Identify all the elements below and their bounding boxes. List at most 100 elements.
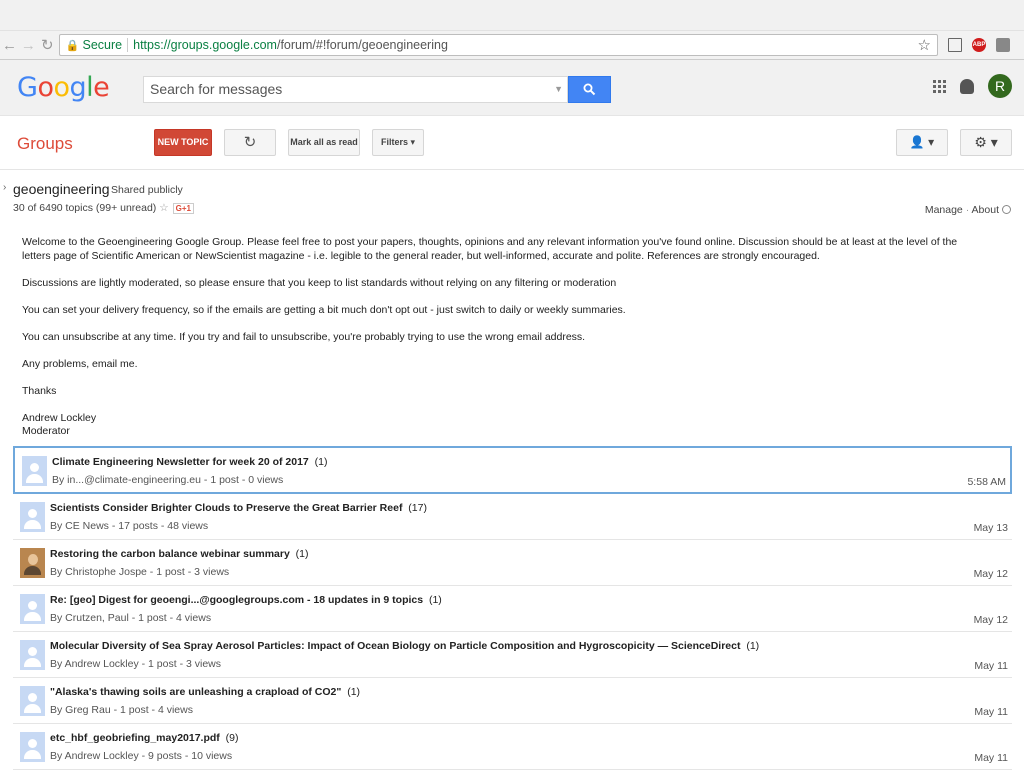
chevron-down-icon: ▾ bbox=[928, 135, 935, 149]
search-options-dropdown-icon[interactable]: ▼ bbox=[554, 77, 563, 102]
topic-count-text: 30 of 6490 topics (99+ unread) bbox=[13, 202, 157, 214]
search-input[interactable]: Search for messages ▼ bbox=[143, 76, 568, 103]
topic-date: May 13 bbox=[973, 522, 1008, 534]
welcome-paragraph: Any problems, email me. bbox=[22, 357, 138, 370]
author-avatar bbox=[20, 640, 45, 670]
author-photo bbox=[20, 548, 45, 578]
group-info: › geoengineering Shared publicly 30 of 6… bbox=[0, 170, 1024, 214]
topic-meta: By Christophe Jospe - 1 post - 3 views bbox=[50, 566, 230, 578]
topic-date: May 11 bbox=[974, 752, 1008, 764]
manage-link[interactable]: Manage bbox=[925, 204, 963, 216]
search-placeholder: Search for messages bbox=[150, 81, 283, 97]
topic-title-text: etc_hbf_geobriefing_may2017.pdf bbox=[50, 732, 220, 744]
address-bar[interactable]: 🔒 Secure https://groups.google.com/forum… bbox=[58, 34, 938, 56]
google-logo[interactable]: Google bbox=[17, 72, 110, 103]
bookmark-star-icon[interactable]: ☆ bbox=[918, 36, 931, 54]
topic-post-count: (9) bbox=[225, 732, 239, 744]
topic-title[interactable]: Restoring the carbon balance webinar sum… bbox=[50, 548, 309, 560]
favorite-star-icon[interactable]: ☆ bbox=[159, 202, 168, 214]
refresh-icon: ↻ bbox=[243, 134, 257, 151]
back-icon[interactable]: ← bbox=[0, 37, 19, 54]
extensions: ABP ⋮ bbox=[948, 38, 1024, 52]
about-expand-icon[interactable] bbox=[1002, 205, 1011, 214]
welcome-paragraph: Thanks bbox=[22, 384, 57, 397]
author-avatar bbox=[20, 686, 45, 716]
topic-row[interactable]: Restoring the carbon balance webinar sum… bbox=[13, 540, 1012, 586]
topic-meta: By Greg Rau - 1 post - 4 views bbox=[50, 704, 193, 716]
avatar[interactable]: R bbox=[988, 74, 1012, 98]
chevron-down-icon: ▾ bbox=[990, 134, 998, 150]
topic-post-count: (1) bbox=[746, 640, 760, 652]
url-path: /forum/#!forum/geoengineering bbox=[276, 38, 448, 52]
chevron-down-icon: ▾ bbox=[410, 137, 416, 147]
google-header: Google Search for messages ▼ R bbox=[0, 60, 1024, 116]
topic-row[interactable]: "Alaska's thawing soils are unleashing a… bbox=[13, 678, 1012, 724]
topic-title-text: Climate Engineering Newsletter for week … bbox=[52, 456, 309, 468]
topic-count: 30 of 6490 topics (99+ unread) ☆ G+1 bbox=[13, 202, 194, 214]
forward-icon[interactable]: → bbox=[19, 37, 38, 54]
filters-button[interactable]: Filters ▾ bbox=[372, 129, 424, 156]
topic-list: Climate Engineering Newsletter for week … bbox=[13, 446, 1012, 770]
topic-title[interactable]: Re: [geo] Digest for geoengi...@googlegr… bbox=[50, 594, 442, 606]
topic-title[interactable]: Climate Engineering Newsletter for week … bbox=[52, 456, 327, 468]
divider bbox=[127, 38, 129, 52]
filters-label: Filters bbox=[380, 137, 408, 147]
topic-title-text: Molecular Diversity of Sea Spray Aerosol… bbox=[50, 640, 741, 652]
url-host: https://groups.google.com bbox=[133, 38, 277, 52]
topic-row[interactable]: etc_hbf_geobriefing_may2017.pdf (9) By A… bbox=[13, 724, 1012, 770]
adblock-icon[interactable]: ABP bbox=[972, 38, 986, 52]
refresh-button[interactable]: ↻ bbox=[224, 129, 276, 156]
topic-row[interactable]: Re: [geo] Digest for geoengi...@googlegr… bbox=[13, 586, 1012, 632]
groups-title[interactable]: Groups bbox=[17, 134, 73, 154]
topic-post-count: (17) bbox=[408, 502, 427, 514]
author-avatar bbox=[20, 732, 45, 762]
topic-row[interactable]: Scientists Consider Brighter Clouds to P… bbox=[13, 494, 1012, 540]
notifications-icon[interactable] bbox=[960, 78, 974, 94]
groups-toolbar: Groups NEW TOPIC ↻ Mark all as read Filt… bbox=[0, 116, 1024, 170]
cast-icon[interactable] bbox=[948, 38, 962, 52]
group-links: Manage · About bbox=[925, 204, 1011, 216]
topic-meta: By Crutzen, Paul - 1 post - 4 views bbox=[50, 612, 212, 624]
about-link[interactable]: About bbox=[972, 204, 999, 216]
topic-title[interactable]: Molecular Diversity of Sea Spray Aerosol… bbox=[50, 640, 759, 652]
topic-post-count: (1) bbox=[295, 548, 309, 560]
collapse-icon[interactable]: › bbox=[3, 182, 6, 193]
new-topic-button[interactable]: NEW TOPIC bbox=[154, 129, 212, 156]
author-avatar bbox=[22, 456, 47, 486]
browser-titlebar bbox=[0, 0, 1024, 31]
topic-title[interactable]: Scientists Consider Brighter Clouds to P… bbox=[50, 502, 427, 514]
account-area: R bbox=[933, 74, 1012, 98]
search-button[interactable] bbox=[568, 76, 611, 103]
group-welcome-message: Welcome to the Geoengineering Google Gro… bbox=[22, 236, 982, 439]
author-avatar bbox=[20, 502, 45, 532]
group-name[interactable]: geoengineering bbox=[13, 181, 110, 197]
users-icon: 👤 bbox=[909, 135, 925, 149]
topic-post-count: (1) bbox=[428, 594, 442, 606]
extension-icon[interactable] bbox=[996, 38, 1010, 52]
topic-meta: By CE News - 17 posts - 48 views bbox=[50, 520, 209, 532]
topic-row[interactable]: Molecular Diversity of Sea Spray Aerosol… bbox=[13, 632, 1012, 678]
topic-title-text: "Alaska's thawing soils are unleashing a… bbox=[50, 686, 342, 698]
topic-title[interactable]: "Alaska's thawing soils are unleashing a… bbox=[50, 686, 360, 698]
author-avatar bbox=[20, 594, 45, 624]
link-separator: · bbox=[965, 204, 970, 216]
mark-all-read-button[interactable]: Mark all as read bbox=[288, 129, 360, 156]
topic-row[interactable]: Climate Engineering Newsletter for week … bbox=[13, 446, 1012, 494]
topic-date: May 11 bbox=[974, 706, 1008, 718]
apps-grid-icon[interactable] bbox=[933, 79, 946, 93]
reload-icon[interactable]: ↻ bbox=[38, 36, 57, 54]
welcome-signature-name: Andrew Lockley bbox=[22, 411, 97, 424]
gplus-button[interactable]: G+1 bbox=[172, 203, 194, 214]
topic-meta: By in...@climate-engineering.eu - 1 post… bbox=[52, 474, 284, 486]
secure-label: Secure bbox=[82, 38, 123, 52]
topic-title-text: Re: [geo] Digest for geoengi...@googlegr… bbox=[50, 594, 424, 606]
topic-title[interactable]: etc_hbf_geobriefing_may2017.pdf (9) bbox=[50, 732, 239, 744]
member-settings-button[interactable]: 👤 ▾ bbox=[896, 129, 948, 156]
topic-post-count: (1) bbox=[347, 686, 361, 698]
browser-menu-icon[interactable]: ⋮ bbox=[1020, 38, 1024, 52]
settings-button[interactable]: ⚙ ▾ bbox=[960, 129, 1012, 156]
topic-meta: By Andrew Lockley - 1 post - 3 views bbox=[50, 658, 221, 670]
welcome-paragraph: You can set your delivery frequency, so … bbox=[22, 303, 626, 316]
topic-date: 5:58 AM bbox=[967, 476, 1006, 488]
topic-meta: By Andrew Lockley - 9 posts - 10 views bbox=[50, 750, 233, 762]
